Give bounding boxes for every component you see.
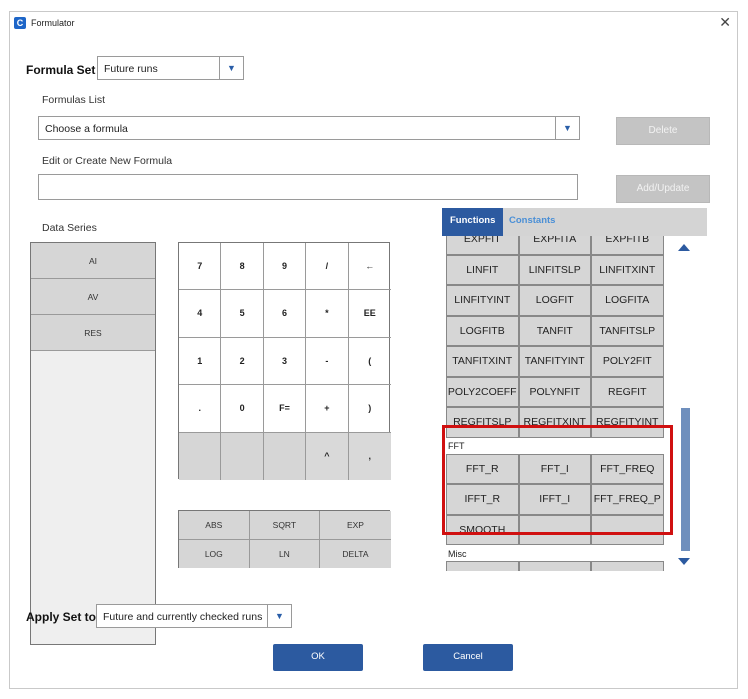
function-button[interactable]: EXPFITB xyxy=(591,236,664,255)
function-button[interactable]: TANFITYINT xyxy=(518,346,591,377)
function-button[interactable]: LOGFIT xyxy=(518,285,591,316)
function-button[interactable]: LINFIT xyxy=(446,254,519,285)
function-button[interactable]: EXPFITA xyxy=(518,236,591,255)
keypad-key[interactable]: 6 xyxy=(263,290,307,338)
app-icon: C xyxy=(14,17,26,29)
formula-input[interactable] xyxy=(38,174,578,200)
keypad-blank-key xyxy=(179,432,222,480)
keypad-key[interactable]: 4 xyxy=(179,290,222,338)
keypad-key[interactable]: ( xyxy=(348,338,391,386)
keypad-key[interactable]: ) xyxy=(348,385,391,433)
formulas-list-value: Choose a formula xyxy=(45,123,128,135)
delta-button[interactable]: DELTA xyxy=(320,539,391,568)
keypad-key[interactable]: + xyxy=(306,385,349,433)
chevron-down-icon[interactable]: ▼ xyxy=(267,605,291,627)
function-button[interactable]: LOGFITB xyxy=(446,315,519,346)
keypad: 7 8 9/← 4 5 6 * EE 1 2 3-(. 0 F= +) ^, xyxy=(178,242,391,480)
keypad-key[interactable]: 2 xyxy=(221,337,264,386)
keypad-key[interactable]: 7 xyxy=(179,243,222,291)
keypad-key[interactable]: 5 xyxy=(221,290,264,338)
fft-highlight-box xyxy=(442,425,673,535)
function-button[interactable]: LINFITSLP xyxy=(518,254,591,285)
math-function-grid: ABS SQRT EXP LOG LN DELTA xyxy=(178,510,391,568)
function-blank-button xyxy=(518,561,591,571)
keypad-key[interactable]: 1 xyxy=(179,337,222,386)
keypad-key[interactable]: 9 xyxy=(263,243,307,291)
keypad-key[interactable]: / xyxy=(306,243,349,291)
series-item-ai[interactable]: AI xyxy=(31,243,155,279)
function-button[interactable]: TANFITSLP xyxy=(591,315,664,346)
function-button[interactable]: POLY2FIT xyxy=(591,346,664,377)
keypad-key[interactable]: 3 xyxy=(263,337,307,386)
window-title: Formulator xyxy=(31,18,75,28)
keypad-key[interactable]: ^ xyxy=(306,432,349,480)
keypad-key[interactable]: 0 xyxy=(221,385,264,433)
function-button[interactable]: LINFITXINT xyxy=(591,254,664,285)
keypad-key[interactable]: EE xyxy=(348,290,391,338)
series-item-av[interactable]: AV xyxy=(31,279,155,315)
function-blank-button xyxy=(591,561,664,571)
scroll-up-icon[interactable] xyxy=(678,244,690,251)
edit-formula-label: Edit or Create New Formula xyxy=(42,155,173,167)
function-button[interactable]: TANFIT xyxy=(518,315,591,346)
apply-set-select[interactable]: Future and currently checked runs ▼ xyxy=(96,604,292,628)
chevron-down-icon[interactable]: ▼ xyxy=(219,57,243,79)
function-button[interactable]: EXPFIT xyxy=(446,236,519,255)
apply-set-label: Apply Set to xyxy=(26,610,97,624)
cancel-button[interactable]: Cancel xyxy=(423,644,513,671)
data-series-list: AI AV RES xyxy=(30,242,156,645)
tab-constants[interactable]: Constants xyxy=(501,208,563,236)
ok-button[interactable]: OK xyxy=(273,644,363,671)
function-button[interactable]: LINFITYINT xyxy=(446,285,519,316)
tab-functions[interactable]: Functions xyxy=(442,208,504,236)
log-button[interactable]: LOG xyxy=(179,539,250,568)
keypad-key[interactable]: , xyxy=(348,432,391,480)
exp-button[interactable]: EXP xyxy=(320,511,391,540)
keypad-blank-key xyxy=(221,432,264,480)
function-button[interactable]: POLYNFIT xyxy=(518,376,591,407)
keypad-key[interactable]: F= xyxy=(263,385,307,433)
keypad-key[interactable]: - xyxy=(306,337,349,386)
function-button[interactable]: LOGFITA xyxy=(591,285,664,316)
apply-set-value: Future and currently checked runs xyxy=(103,611,263,623)
ln-button[interactable]: LN xyxy=(249,539,321,568)
keypad-key[interactable]: * xyxy=(306,290,349,338)
formula-set-value: Future runs xyxy=(104,63,158,75)
function-button[interactable]: COND xyxy=(446,561,519,571)
series-item-res[interactable]: RES xyxy=(31,315,155,351)
formulas-list-label: Formulas List xyxy=(42,94,106,106)
function-button[interactable]: REGFIT xyxy=(591,376,664,407)
formula-set-label: Formula Set xyxy=(26,63,96,77)
scroll-down-icon[interactable] xyxy=(678,558,690,565)
scrollbar-thumb[interactable] xyxy=(681,408,690,551)
keypad-blank-key xyxy=(263,432,307,480)
keypad-key[interactable]: ← xyxy=(348,243,391,291)
delete-button[interactable]: Delete xyxy=(616,117,710,145)
data-series-label: Data Series xyxy=(42,222,97,234)
chevron-down-icon[interactable]: ▼ xyxy=(555,117,579,139)
formula-set-select[interactable]: Future runs ▼ xyxy=(97,56,244,80)
function-button[interactable]: POLY2COEFF xyxy=(446,376,519,407)
misc-section-label: Misc xyxy=(448,549,467,559)
formulas-list-select[interactable]: Choose a formula ▼ xyxy=(38,116,580,140)
close-icon[interactable]: ✕ xyxy=(719,15,731,29)
sqrt-button[interactable]: SQRT xyxy=(249,511,321,540)
keypad-key[interactable]: . xyxy=(179,385,222,433)
abs-button[interactable]: ABS xyxy=(179,511,250,540)
add-update-button[interactable]: Add/Update xyxy=(616,175,710,203)
keypad-key[interactable]: 8 xyxy=(221,243,264,291)
title-bar: C Formulator ✕ xyxy=(10,12,737,36)
function-tabs: Functions Constants xyxy=(442,208,707,236)
function-button[interactable]: TANFITXINT xyxy=(446,346,519,377)
